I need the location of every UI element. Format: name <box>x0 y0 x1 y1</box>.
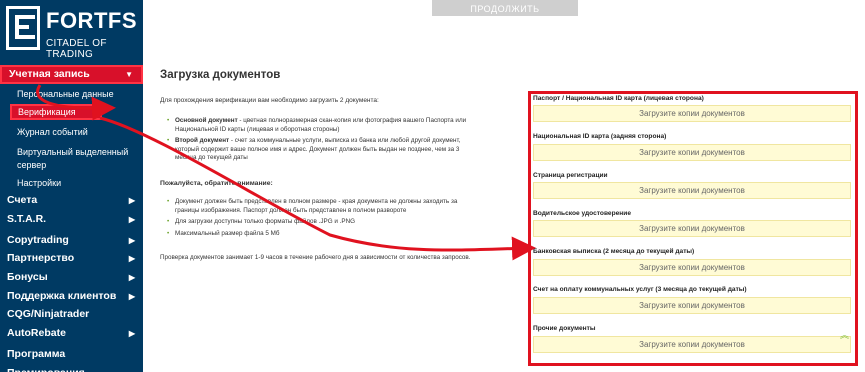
upload-button-registration[interactable]: Загрузите копии документов <box>533 182 851 199</box>
sidebar-item-bonuses[interactable]: Бонусы ▶ <box>0 268 143 287</box>
intro-text: Для прохождения верификации вам необходи… <box>160 97 379 104</box>
logo-icon <box>6 6 40 50</box>
upload-button-utility-bill[interactable]: Загрузите копии документов <box>533 297 851 314</box>
chevron-up-icon[interactable]: ︽ <box>840 328 849 341</box>
sidebar-item-autorebate[interactable]: AutoRebate ▶ <box>0 324 143 343</box>
upload-label-id-back: Национальная ID карта (задняя сторона) <box>533 133 667 140</box>
sidebar-item-label: Бонусы <box>7 271 48 283</box>
sidebar-item-support[interactable]: Поддержка клиентов ▶ <box>0 287 143 306</box>
upload-label-passport-front: Паспорт / Национальная ID карта (лицевая… <box>533 95 704 102</box>
sidebar-item-copytrading[interactable]: Copytrading ▶ <box>0 231 143 250</box>
page-title: Загрузка документов <box>160 69 281 81</box>
chevron-right-icon: ▶ <box>128 273 135 282</box>
chevron-right-icon: ▶ <box>128 329 135 338</box>
submenu-item-vps[interactable]: Виртуальный выделенный сервер <box>0 146 130 172</box>
upload-label-bank-statement: Банковская выписка (2 месяца до текущей … <box>533 248 695 255</box>
sidebar-item-accounts[interactable]: Счета ▶ <box>0 191 143 210</box>
required-docs-list: Основной документ - цветная полноразмерн… <box>167 117 477 166</box>
upload-button-bank-statement[interactable]: Загрузите копии документов <box>533 259 851 276</box>
upload-button-other-docs[interactable]: Загрузите копии документов <box>533 336 851 353</box>
chevron-down-icon: ▼ <box>125 70 133 79</box>
sidebar-item-label: Поддержка клиентов <box>7 290 117 302</box>
doc-title: Основной документ <box>175 117 238 124</box>
sidebar-item-label: CQG/Ninjatrader <box>7 308 90 320</box>
upload-label-registration: Страница регистрации <box>533 172 608 179</box>
sidebar-item-label: Учетная запись <box>9 68 90 80</box>
chevron-right-icon: ▶ <box>128 292 135 301</box>
upload-label-utility-bill: Счет на оплату коммунальных услуг (3 мес… <box>533 286 747 293</box>
list-item: Документ должен быть представлен в полно… <box>167 198 477 215</box>
upload-button-id-back[interactable]: Загрузите копии документов <box>533 144 851 161</box>
sidebar-item-partnership[interactable]: Партнерство ▶ <box>0 249 143 268</box>
sidebar-item-label: AutoRebate <box>7 327 66 339</box>
sidebar-item-label: S.T.A.R. <box>7 213 47 225</box>
brand-name: FORTFS <box>46 8 137 33</box>
list-item: Для загрузки доступны только форматы фай… <box>167 218 477 227</box>
submenu-item-settings[interactable]: Настройки <box>0 177 143 189</box>
sidebar-item-label: Партнерство <box>7 252 75 264</box>
sidebar-item-account[interactable]: Учетная запись ▼ <box>0 65 143 84</box>
notes-list: Документ должен быть представлен в полно… <box>167 198 477 241</box>
brand-logo[interactable]: FORTFS CITADEL OF TRADING <box>6 6 138 60</box>
chevron-right-icon: ▶ <box>128 254 135 263</box>
sidebar-item-label: Copytrading <box>7 234 69 246</box>
upload-label-other-docs: Прочие документы <box>533 325 596 332</box>
sidebar-item-label: Счета <box>7 194 38 206</box>
brand-tagline: CITADEL OF TRADING <box>46 38 107 60</box>
sidebar-item-rewards[interactable]: Программа Премирования <box>0 345 143 372</box>
doc-title: Второй документ <box>175 137 230 145</box>
list-item: Второй документ - счет за коммунальные у… <box>167 137 477 163</box>
attention-heading: Пожалуйста, обратите внимание: <box>160 180 273 187</box>
processing-time-note: Проверка документов занимает 1-9 часов в… <box>160 254 471 261</box>
upload-panel: Паспорт / Национальная ID карта (лицевая… <box>528 91 858 366</box>
upload-button-passport-front[interactable]: Загрузите копии документов <box>533 105 851 122</box>
submenu-item-verification[interactable]: Верификация <box>10 104 102 120</box>
chevron-right-icon: ▶ <box>128 196 135 205</box>
chevron-right-icon: ▶ <box>128 215 135 224</box>
submenu-item-personal-data[interactable]: Персональные данные <box>0 88 143 100</box>
list-item: Основной документ - цветная полноразмерн… <box>167 117 477 134</box>
sidebar-item-star[interactable]: S.T.A.R. ▶ <box>0 210 143 229</box>
sidebar: FORTFS CITADEL OF TRADING Учетная запись… <box>0 0 143 372</box>
chevron-right-icon: ▶ <box>128 236 135 245</box>
sidebar-item-cqg[interactable]: CQG/Ninjatrader <box>0 305 143 324</box>
list-item: Максимальный размер файла 5 Мб <box>167 230 477 239</box>
continue-button[interactable]: ПРОДОЛЖИТЬ <box>432 0 578 16</box>
submenu-item-event-log[interactable]: Журнал событий <box>0 126 143 138</box>
sidebar-item-label: Программа Премирования <box>7 348 85 372</box>
upload-button-drivers-license[interactable]: Загрузите копии документов <box>533 220 851 237</box>
upload-label-drivers-license: Водительское удостоверение <box>533 210 631 217</box>
